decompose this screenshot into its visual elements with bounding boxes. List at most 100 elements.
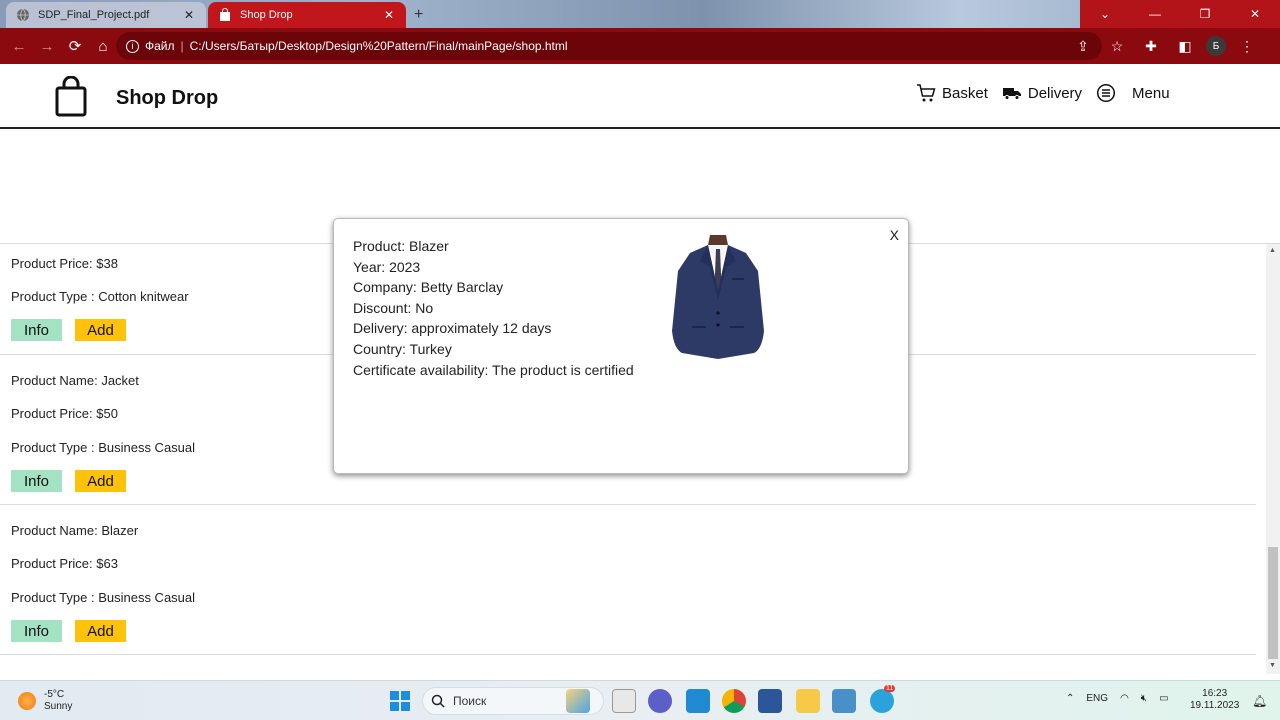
close-tab-icon[interactable]: ✕ <box>382 8 396 22</box>
detail-discount: Discount: No <box>353 299 434 316</box>
product-price: Product Price: $63 <box>11 556 118 571</box>
shopping-bag-logo-icon[interactable] <box>52 76 90 118</box>
extensions-puzzle-icon[interactable]: ✚ <box>1138 33 1164 59</box>
search-icon <box>431 694 445 708</box>
home-icon[interactable]: ⌂ <box>90 33 116 59</box>
scroll-thumb[interactable] <box>1268 547 1278 659</box>
nav-basket[interactable]: Basket <box>916 83 988 103</box>
add-button[interactable]: Add <box>75 470 126 492</box>
brand-name[interactable]: Shop Drop <box>116 87 218 110</box>
scroll-down-icon[interactable]: ▼ <box>1269 662 1276 669</box>
notification-bell-icon[interactable]: 🔔︎ <box>1252 694 1267 708</box>
weather-widget[interactable]: -5°C Sunny <box>18 689 72 713</box>
side-panel-icon[interactable]: ◧ <box>1172 33 1198 59</box>
add-button[interactable]: Add <box>75 319 126 341</box>
taskbar-clock[interactable]: 16:23 19.11.2023 <box>1190 688 1239 712</box>
bookmark-star-icon[interactable]: ☆ <box>1104 33 1130 59</box>
address-bar[interactable]: i Файл | C:/Users/Батыр/Desktop/Design%2… <box>116 32 1102 60</box>
product-price: Product Price: $38 <box>11 256 118 271</box>
battery-icon[interactable]: ▭ <box>1159 693 1168 704</box>
url-text[interactable]: C:/Users/Батыр/Desktop/Design%20Pattern/… <box>190 39 568 53</box>
profile-avatar[interactable]: Б <box>1206 36 1226 56</box>
info-icon[interactable]: i <box>126 39 139 53</box>
site-header: Shop Drop Basket Delivery Menu <box>0 64 1280 129</box>
clock-time: 16:23 <box>1202 688 1228 699</box>
modal-close-button[interactable]: X <box>890 227 899 243</box>
product-info-modal: X Product: Blazer Year: 2023 Company: Be… <box>333 218 909 474</box>
minimize-button[interactable]: — <box>1130 0 1180 28</box>
divider: | <box>180 39 184 53</box>
product-type: Product Type : Business Casual <box>11 590 196 605</box>
page-scrollbar[interactable]: ▲ ▼ <box>1266 244 1280 674</box>
detail-country: Country: Turkey <box>353 340 452 357</box>
shopping-bag-icon <box>220 8 230 21</box>
teams-chat-icon[interactable] <box>648 689 672 713</box>
product-type: Product Type : Business Casual <box>11 440 196 455</box>
chevron-up-icon[interactable]: ⌃ <box>1066 693 1074 704</box>
info-button[interactable]: Info <box>11 319 62 341</box>
close-tab-icon[interactable]: ✕ <box>182 8 196 22</box>
temperature: -5°C <box>44 689 65 700</box>
word-icon[interactable] <box>758 689 782 713</box>
new-tab-button[interactable]: + <box>414 6 423 24</box>
nav-delivery-label: Delivery <box>1027 84 1083 102</box>
vscode-icon[interactable] <box>686 689 710 713</box>
menu-icon <box>1096 83 1116 103</box>
browser-titlebar: SDP_Final_Project.pdf ✕ Shop Drop ✕ + ⌄ … <box>0 0 1280 28</box>
tab-search-icon[interactable]: ⌄ <box>1080 0 1130 28</box>
blazer-product-image <box>672 235 764 359</box>
delivery-truck-icon <box>1002 88 1021 100</box>
product-price: Product Price: $50 <box>11 406 118 421</box>
detail-company: Company: Betty Barclay <box>353 279 504 296</box>
windows-taskbar: -5°C Sunny Поиск 11 ⌃ ENG ◠ 🔇︎ ▭ 16:23 1… <box>0 680 1280 720</box>
search-highlight-icon[interactable] <box>566 689 590 713</box>
telegram-unread-badge: 11 <box>884 685 896 692</box>
forward-icon[interactable]: → <box>34 33 60 59</box>
clock-date: 19.11.2023 <box>1190 700 1240 711</box>
detail-year: Year: 2023 <box>353 258 421 275</box>
scroll-up-icon[interactable]: ▲ <box>1269 247 1276 254</box>
cart-icon <box>917 84 936 102</box>
search-placeholder: Поиск <box>453 694 487 708</box>
remote-desktop-icon[interactable] <box>832 689 856 713</box>
windows-start-icon[interactable] <box>390 691 410 711</box>
product-name: Product Name: Blazer <box>11 523 139 538</box>
product-name: Product Name: Jacket <box>11 373 139 388</box>
chrome-icon[interactable] <box>722 689 746 713</box>
product-details: Product: Blazer Year: 2023 Company: Bett… <box>353 236 634 380</box>
wifi-icon[interactable]: ◠ <box>1120 693 1129 704</box>
file-scheme-label: Файл <box>145 39 175 53</box>
detail-product: Product: Blazer <box>353 238 449 254</box>
tab-shop-drop[interactable]: Shop Drop ✕ <box>208 2 406 28</box>
info-button[interactable]: Info <box>11 620 62 642</box>
more-menu-icon[interactable]: ⋮ <box>1234 33 1260 59</box>
system-tray: ⌃ ENG ◠ 🔇︎ ▭ <box>1066 693 1169 704</box>
speaker-muted-icon[interactable]: 🔇︎ <box>1141 693 1147 704</box>
file-explorer-icon[interactable] <box>796 689 820 713</box>
nav-delivery[interactable]: Delivery <box>1002 85 1082 102</box>
nav-basket-label: Basket <box>942 84 988 102</box>
info-button[interactable]: Info <box>11 470 62 492</box>
close-window-button[interactable]: ✕ <box>1230 0 1280 28</box>
detail-certificate: Certificate availability: The product is… <box>353 361 634 378</box>
product-type: Product Type : Cotton knitwear <box>11 289 189 304</box>
back-icon[interactable]: ← <box>6 33 32 59</box>
telegram-icon[interactable]: 11 <box>870 685 896 713</box>
share-icon[interactable]: ⇪ <box>1070 33 1096 59</box>
product-card: Product Name: Blazer Product Price: $63 … <box>0 505 1256 655</box>
add-button[interactable]: Add <box>75 620 126 642</box>
task-view-icon[interactable] <box>612 689 636 713</box>
window-controls: ⌄ — ❐ ✕ <box>1080 0 1280 28</box>
nav-menu-label: Menu <box>1132 84 1170 102</box>
tab-title: SDP_Final_Project.pdf <box>38 9 150 21</box>
main-nav: Basket Delivery Menu <box>916 83 1184 103</box>
language-indicator[interactable]: ENG <box>1086 693 1108 704</box>
nav-menu[interactable]: Menu <box>1096 83 1170 103</box>
detail-delivery: Delivery: approximately 12 days <box>353 320 552 337</box>
tab-pdf[interactable]: SDP_Final_Project.pdf ✕ <box>6 2 206 28</box>
globe-icon <box>17 8 29 22</box>
reload-icon[interactable]: ⟳ <box>62 33 88 59</box>
restore-button[interactable]: ❐ <box>1180 0 1230 28</box>
weather-condition: Sunny <box>44 701 73 712</box>
toolbar-actions: ⇪ ☆ ✚ ◧ Б ⋮ <box>1070 33 1260 59</box>
